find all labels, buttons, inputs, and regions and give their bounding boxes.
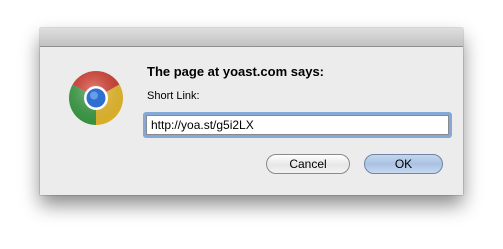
dialog-titlebar[interactable] <box>40 28 463 47</box>
javascript-prompt-dialog: The page at yoast.com says: Short Link: … <box>40 28 463 195</box>
chrome-logo-icon <box>68 70 124 126</box>
dialog-heading: The page at yoast.com says: <box>147 64 325 79</box>
cancel-button[interactable]: Cancel <box>266 154 350 174</box>
ok-button[interactable]: OK <box>364 154 443 174</box>
prompt-label: Short Link: <box>147 90 200 102</box>
short-link-input[interactable] <box>146 115 449 135</box>
